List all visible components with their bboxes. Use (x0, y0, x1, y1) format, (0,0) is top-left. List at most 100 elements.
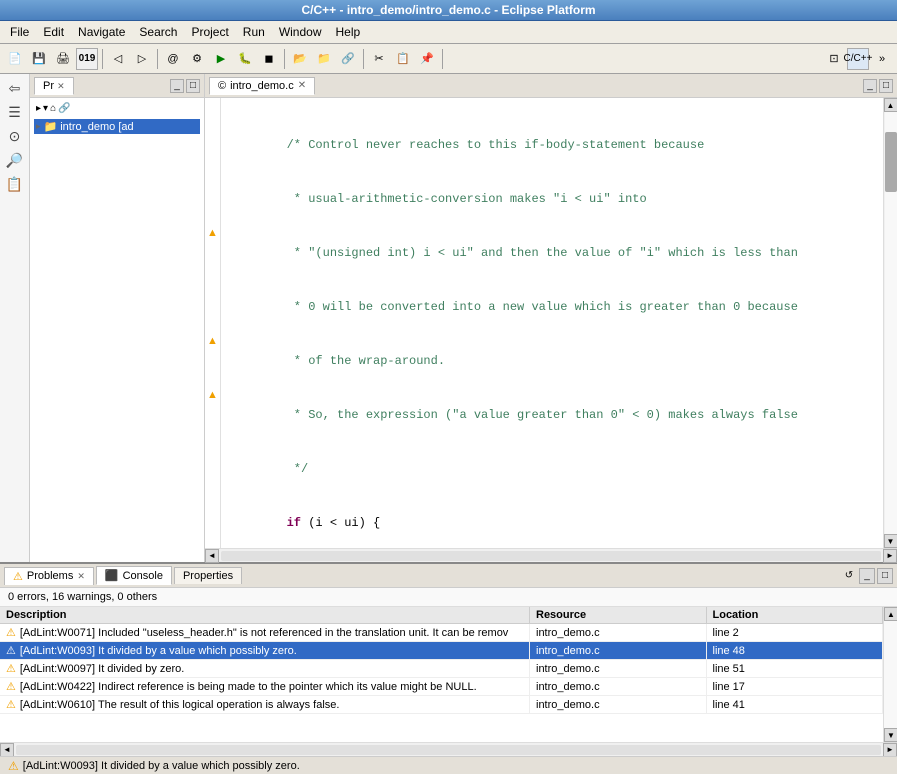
package-explorer: Pr ✕ _ □ ▸ ▾ ⌂ 🔗 ▸ 📁 intro_dem (30, 74, 205, 562)
menu-project[interactable]: Project (185, 23, 234, 41)
print-button[interactable]: 🖨 (52, 48, 74, 70)
scroll-thumb[interactable] (885, 132, 897, 192)
bug-button[interactable]: 🐛 (234, 48, 256, 70)
code-horiz-scroll[interactable]: ◄ ► (205, 548, 897, 562)
save-button[interactable]: 💾 (28, 48, 50, 70)
cpp-perspective[interactable]: C/C++ (847, 48, 869, 70)
paste-button[interactable]: 📌 (416, 48, 438, 70)
console-tab[interactable]: ⬛ Console (96, 566, 172, 585)
settings-button[interactable]: ⚙ (186, 48, 208, 70)
code-lines[interactable]: /* Control never reaches to this if-body… (221, 98, 883, 548)
bottom-scroll-down[interactable]: ▼ (884, 728, 897, 742)
scroll-up-arrow[interactable]: ▲ (884, 98, 897, 112)
menu-navigate[interactable]: Navigate (72, 23, 131, 41)
menu-search[interactable]: Search (133, 23, 183, 41)
build-button[interactable]: 019 (76, 48, 98, 70)
code-line-3: * "(unsigned int) i < ui" and then the v… (229, 244, 875, 262)
code-tab-close-icon[interactable]: ✕ (298, 80, 306, 91)
code-line-5: * of the wrap-around. (229, 352, 875, 370)
code-editor[interactable]: ▲ ▲ ▲ /* Con (205, 98, 897, 548)
forward-button[interactable]: ▷ (131, 48, 153, 70)
bottom-refresh-button[interactable]: ↺ (841, 568, 857, 584)
code-line-2: * usual-arithmetic-conversion makes "i <… (229, 190, 875, 208)
table-row[interactable]: ⚠[AdLint:W0422] Indirect reference is be… (0, 678, 883, 696)
warn-marker-12 (205, 296, 220, 314)
row-desc-text: [AdLint:W0093] It divided by a value whi… (20, 645, 297, 657)
table-row[interactable]: ⚠[AdLint:W0610] The result of this logic… (0, 696, 883, 714)
open2-button[interactable]: 📁 (313, 48, 335, 70)
code-minimize-button[interactable]: _ (863, 79, 877, 93)
code-scrollbar[interactable]: ▲ ▼ (883, 98, 897, 548)
menu-edit[interactable]: Edit (37, 23, 70, 41)
debug-button[interactable]: ◼ (258, 48, 280, 70)
more-button[interactable]: » (871, 48, 893, 70)
search-icon[interactable]: @ (162, 48, 184, 70)
row-warn-icon: ⚠ (6, 627, 16, 639)
properties-tab[interactable]: Properties (174, 567, 242, 584)
tree-home-icon[interactable]: ⌂ (50, 103, 56, 114)
tree-link-icon[interactable]: 🔗 (58, 103, 70, 114)
bottom-panel: ⚠ Problems ✕ ⬛ Console Properties ↺ _ □ … (0, 564, 897, 756)
table-row[interactable]: ⚠ [AdLint:W0071] Included "useless_header… (0, 624, 883, 642)
minimize-panel-button[interactable]: _ (170, 79, 184, 93)
bottom-tab-controls: ↺ _ □ (841, 568, 893, 584)
problems-tab-label: Problems (27, 570, 73, 582)
sidebar-icon-3[interactable]: ⊙ (5, 126, 25, 146)
warn-marker-19 (205, 422, 220, 440)
scroll-down-arrow[interactable]: ▼ (884, 534, 897, 548)
problems-tab-close[interactable]: ✕ (77, 571, 85, 582)
problems-summary: 0 errors, 16 warnings, 0 others (0, 588, 897, 607)
bottom-scrollbar[interactable]: ▲ ▼ (883, 607, 897, 742)
row-desc-text: [AdLint:W0071] Included "useless_header.… (20, 627, 508, 639)
menu-file[interactable]: File (4, 23, 35, 41)
menu-window[interactable]: Window (273, 23, 328, 41)
horiz-scroll-bar[interactable] (221, 551, 881, 561)
maximize-panel-button[interactable]: □ (186, 79, 200, 93)
code-tab[interactable]: © intro_demo.c ✕ (209, 77, 315, 95)
warn-marker-1 (205, 98, 220, 116)
bottom-horiz-scroll[interactable]: ◄ ► (0, 742, 897, 756)
warn-marker-11 (205, 278, 220, 296)
table-row[interactable]: ⚠[AdLint:W0093] It divided by a value wh… (0, 642, 883, 660)
new-button[interactable]: 📄 (4, 48, 26, 70)
package-explorer-tab[interactable]: Pr ✕ (34, 77, 74, 95)
warn-marker-3 (205, 134, 220, 152)
bottom-maximize-button[interactable]: □ (877, 568, 893, 584)
cut-button[interactable]: ✂ (368, 48, 390, 70)
warn-triangle-1: ▲ (207, 227, 218, 239)
warn-marker-18 (205, 404, 220, 422)
sidebar-icon-5[interactable]: 📋 (5, 174, 25, 194)
scroll-left-arrow[interactable]: ◄ (205, 549, 219, 563)
problems-table[interactable]: Description Resource Location ⚠[AdLint:W… (0, 607, 897, 742)
package-content: ▸ ▾ ⌂ 🔗 ▸ 📁 intro_demo [ad (30, 98, 204, 562)
sidebar-icon-1[interactable]: ⇦ (5, 78, 25, 98)
sidebar-icon-2[interactable]: ☰ (5, 102, 25, 122)
run-button[interactable]: ▶ (210, 48, 232, 70)
tab-close-icon[interactable]: ✕ (57, 81, 65, 91)
tree-expand-icon[interactable]: ▸ (36, 103, 41, 114)
menu-help[interactable]: Help (330, 23, 367, 41)
bottom-scroll-up[interactable]: ▲ (884, 607, 897, 621)
tree-collapse-icon[interactable]: ▾ (43, 103, 48, 114)
back-button[interactable]: ◁ (107, 48, 129, 70)
bottom-scroll-left[interactable]: ◄ (0, 743, 14, 757)
copy-button[interactable]: 📋 (392, 48, 414, 70)
scroll-right-arrow[interactable]: ► (883, 549, 897, 563)
problems-tab[interactable]: ⚠ Problems ✕ (4, 567, 94, 585)
row-desc-text: [AdLint:W0097] It divided by zero. (20, 663, 184, 675)
link-button[interactable]: 🔗 (337, 48, 359, 70)
bottom-scroll-track (884, 621, 897, 728)
tree-project-item[interactable]: ▸ 📁 intro_demo [ad (34, 119, 200, 134)
problems-table-content[interactable]: Description Resource Location ⚠[AdLint:W… (0, 607, 883, 742)
warn-marker-13 (205, 314, 220, 332)
maximize-button[interactable]: ⊡ (823, 48, 845, 70)
bottom-horiz-bar[interactable] (16, 745, 881, 755)
code-maximize-button[interactable]: □ (879, 79, 893, 93)
menu-run[interactable]: Run (237, 23, 271, 41)
row-warn-icon: ⚠ (6, 663, 16, 675)
sidebar-icon-4[interactable]: 🔎 (5, 150, 25, 170)
table-row[interactable]: ⚠[AdLint:W0097] It divided by zero.intro… (0, 660, 883, 678)
bottom-scroll-right[interactable]: ► (883, 743, 897, 757)
bottom-minimize-button[interactable]: _ (859, 568, 875, 584)
open-file-button[interactable]: 📂 (289, 48, 311, 70)
